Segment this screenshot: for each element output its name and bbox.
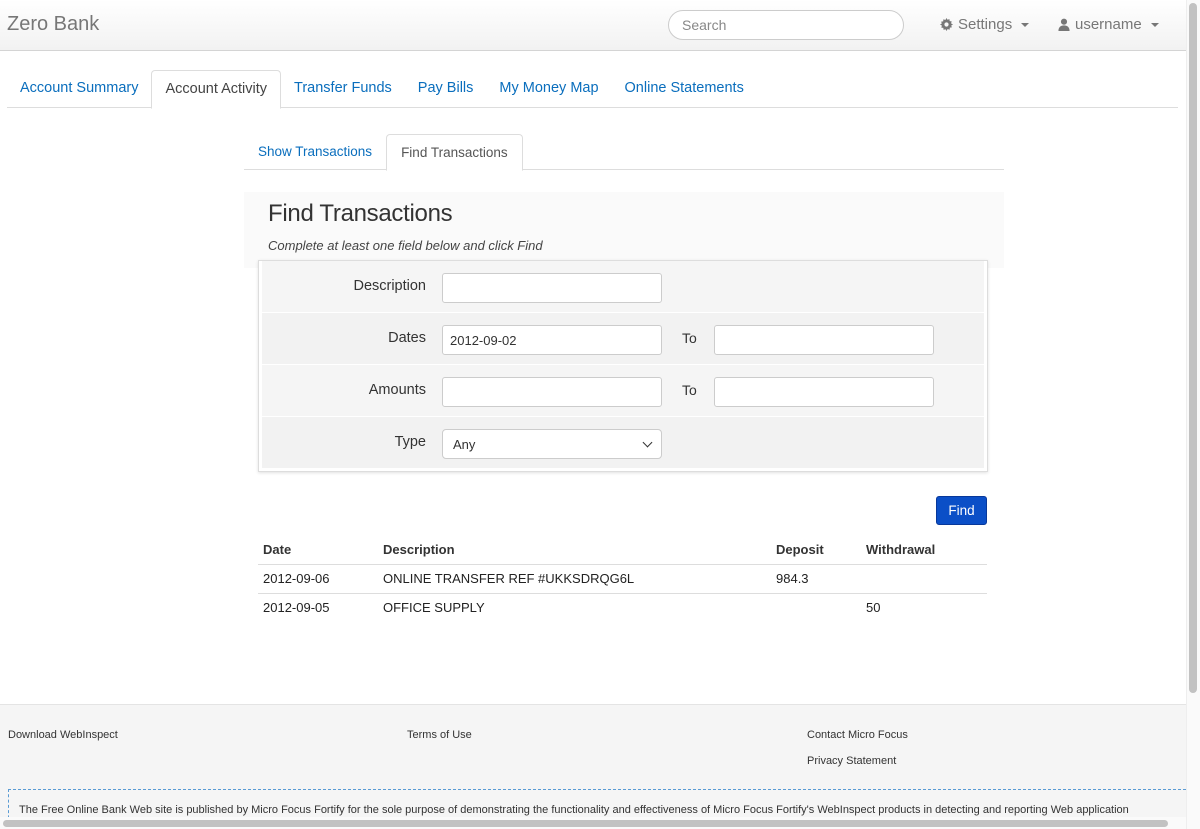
caret-down-icon: [1150, 22, 1159, 27]
tab-transfer-funds[interactable]: Transfer Funds: [281, 70, 405, 108]
cell-date: 2012-09-05: [263, 600, 330, 615]
type-select[interactable]: Any: [442, 429, 662, 459]
user-dropdown[interactable]: username: [1058, 16, 1159, 33]
privacy-statement-link[interactable]: Privacy Statement: [807, 755, 896, 767]
results-table: Date Description Deposit Withdrawal 2012…: [258, 536, 987, 622]
cell-deposit: [771, 594, 861, 623]
column-header-description: Description: [378, 536, 771, 565]
terms-of-use-link[interactable]: Terms of Use: [407, 729, 472, 741]
type-row: Type Any: [262, 417, 984, 468]
description-label: Description: [353, 278, 426, 294]
amounts-to-label: To: [682, 382, 697, 398]
gear-icon: [940, 18, 953, 31]
find-transactions-panel: Find Transactions Complete at least one …: [244, 186, 1004, 616]
page-title: Find Transactions: [268, 200, 453, 227]
description-input[interactable]: [442, 273, 662, 303]
main-tabs: Account Summary Account Activity Transfe…: [7, 70, 1178, 109]
tab-my-money-map[interactable]: My Money Map: [486, 70, 611, 108]
tab-account-activity[interactable]: Account Activity: [151, 70, 282, 109]
tab-pay-bills[interactable]: Pay Bills: [405, 70, 487, 108]
page-instructions: Complete at least one field below and cl…: [268, 238, 543, 253]
dates-to-label: To: [682, 330, 697, 346]
table-header-row: Date Description Deposit Withdrawal: [258, 536, 987, 565]
description-row: Description: [262, 261, 984, 312]
footer: Download WebInspect Terms of Use Contact…: [0, 704, 1186, 829]
find-button[interactable]: Find: [936, 496, 987, 525]
amounts-label: Amounts: [368, 382, 426, 398]
cell-deposit: 984.3: [771, 564, 861, 594]
settings-dropdown[interactable]: Settings: [940, 16, 1030, 33]
dates-label: Dates: [388, 330, 426, 346]
tab-account-summary[interactable]: Account Summary: [7, 70, 151, 108]
horizontal-scroll-thumb[interactable]: [3, 820, 1168, 827]
table-row: 2012-09-05 OFFICE SUPPLY 50: [258, 594, 987, 623]
username-label: username: [1075, 16, 1142, 33]
search-form: Description Dates To Amounts To Type Any: [258, 260, 988, 472]
cell-withdrawal: [861, 564, 987, 594]
amount-from-input[interactable]: [442, 377, 662, 407]
type-label: Type: [394, 434, 426, 450]
contact-link[interactable]: Contact Micro Focus: [807, 729, 908, 741]
caret-down-icon: [1021, 22, 1030, 27]
cell-withdrawal: 50: [866, 600, 881, 615]
type-selected-value: Any: [453, 436, 476, 452]
subtab-find-transactions[interactable]: Find Transactions: [386, 134, 523, 171]
dates-row: Dates To: [262, 313, 984, 364]
cell-description: OFFICE SUPPLY: [383, 600, 485, 615]
top-navbar: Zero Bank Settings username: [0, 0, 1186, 51]
column-header-deposit: Deposit: [771, 536, 861, 565]
amounts-row: Amounts To: [262, 365, 984, 416]
tab-online-statements[interactable]: Online Statements: [612, 70, 757, 108]
subtab-show-transactions[interactable]: Show Transactions: [244, 134, 386, 170]
column-header-withdrawal: Withdrawal: [861, 536, 987, 565]
chevron-down-icon: [642, 437, 653, 447]
date-to-input[interactable]: [714, 325, 934, 355]
download-webinspect-link[interactable]: Download WebInspect: [8, 729, 118, 741]
cell-description: ONLINE TRANSFER REF #UKKSDRQG6L: [378, 564, 771, 594]
user-icon: [1058, 18, 1070, 31]
amount-to-input[interactable]: [714, 377, 934, 407]
settings-label: Settings: [958, 16, 1013, 33]
horizontal-scrollbar[interactable]: [0, 817, 1186, 829]
panel-header: Find Transactions Complete at least one …: [244, 192, 1004, 268]
cell-date: 2012-09-06: [258, 564, 378, 594]
search-input[interactable]: [668, 10, 904, 40]
date-from-input[interactable]: [442, 325, 662, 355]
column-header-date: Date: [258, 536, 378, 565]
table-row: 2012-09-06 ONLINE TRANSFER REF #UKKSDRQG…: [258, 564, 987, 594]
vertical-scrollbar[interactable]: [1186, 0, 1200, 829]
brand-logo[interactable]: Zero Bank: [7, 13, 99, 36]
sub-tabs: Show Transactions Find Transactions: [244, 134, 1004, 171]
vertical-scroll-thumb[interactable]: [1189, 3, 1197, 693]
